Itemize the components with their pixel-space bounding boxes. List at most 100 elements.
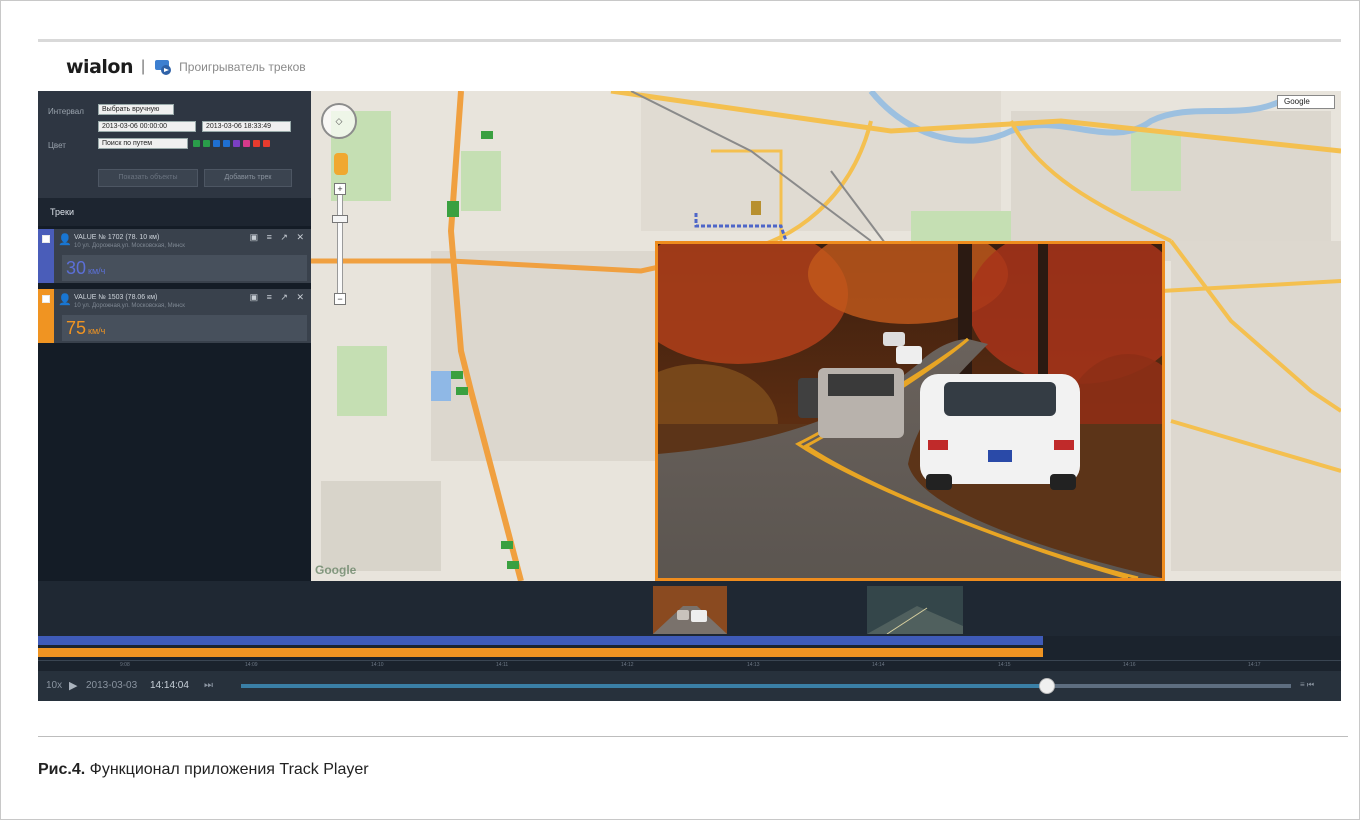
water-body [431, 371, 451, 401]
current-time: 14:14:04 [150, 680, 189, 691]
route-marker [507, 561, 519, 569]
swatch[interactable] [193, 140, 200, 147]
player-controls: 10x ▶ 2013-03-03 14:14:04 ⏭ ≡ ⏮ [38, 671, 1341, 701]
current-date: 2013-03-03 [86, 680, 138, 691]
thumbnail-image [867, 586, 963, 634]
driver-icon: 👤 [58, 294, 72, 306]
track-timeline-bar-blue[interactable] [38, 636, 1043, 645]
street-view-icon[interactable] [334, 153, 348, 175]
speed-value: 75 [66, 318, 87, 338]
track-tools-icons[interactable]: ▣ ≡ ↗ ✕ [250, 232, 307, 243]
video-frame[interactable] [655, 241, 1165, 581]
google-attribution: Google [315, 563, 357, 577]
park-area [461, 151, 501, 211]
swatch[interactable] [243, 140, 250, 147]
tracks-title: Треки [38, 198, 311, 226]
route-marker [481, 131, 493, 139]
speed-readout: 30 км/ч [66, 257, 105, 282]
video-thumbnail[interactable] [867, 586, 963, 634]
caption-rule [38, 736, 1348, 737]
add-track-button[interactable]: Добавить трек [204, 169, 292, 187]
step-icon[interactable]: ⏭ [204, 680, 213, 691]
app-title: Проигрыватель треков [179, 60, 306, 74]
speed-value: 30 [66, 258, 87, 278]
track-item[interactable]: 👤 VALUE № 1503 (78.06 км) 10 ул. Дорожна… [38, 289, 311, 343]
playback-slider-fill [241, 684, 1046, 688]
top-rule [38, 39, 1341, 42]
track-name: VALUE № 1503 (78.06 км) [74, 294, 158, 301]
zoom-in-button[interactable]: + [334, 183, 346, 195]
swatch[interactable] [233, 140, 240, 147]
tick-label: 9:08 [120, 662, 130, 668]
speed-unit: км/ч [88, 326, 106, 336]
park-area [1131, 131, 1181, 191]
track-checkbox[interactable] [42, 295, 50, 303]
tick-label: 14:10 [371, 662, 384, 668]
field-area [321, 481, 441, 571]
road-photo [658, 244, 1162, 578]
track-player-icon [155, 60, 172, 75]
interval-label: Интервал [48, 107, 84, 116]
sidebar: Интервал Выбрать вручную 2013-03-06 00:0… [38, 91, 311, 581]
swatch[interactable] [213, 140, 220, 147]
track-name: VALUE № 1702 (78. 10 км) [74, 234, 160, 241]
track-checkbox[interactable] [42, 235, 50, 243]
vehicle-marker[interactable] [751, 201, 761, 215]
swatch[interactable] [253, 140, 260, 147]
urban-area [431, 251, 671, 461]
right-controls-icons[interactable]: ≡ ⏮ [1300, 680, 1314, 690]
timeline-panel[interactable]: 9:08 14:09 14:10 14:11 14:12 14:13 14:14… [38, 581, 1341, 701]
color-swatches[interactable] [193, 140, 270, 147]
thumbnail-image [653, 586, 727, 634]
map-type-select[interactable]: Google [1277, 95, 1335, 109]
playback-slider-knob[interactable] [1039, 678, 1055, 694]
tick-label: 14:16 [1123, 662, 1136, 668]
zoom-slider-track[interactable] [337, 189, 343, 301]
show-objects-button[interactable]: Показать объекты [98, 169, 198, 187]
track-tools-icons[interactable]: ▣ ≡ ↗ ✕ [250, 292, 307, 303]
color-select[interactable]: Поиск по путем [98, 138, 188, 149]
caption-text: Функционал приложения Track Player [85, 761, 369, 778]
route-marker [447, 201, 459, 209]
tick-label: 14:13 [747, 662, 760, 668]
track-address: 10 ул. Дорожная,ул. Московская, Минск [74, 303, 185, 309]
swatch[interactable] [263, 140, 270, 147]
figure-frame: wialon | Проигрыватель треков Интервал В… [0, 0, 1360, 820]
interval-select[interactable]: Выбрать вручную [98, 104, 174, 115]
caption-label: Рис.4. [38, 761, 86, 778]
map-view[interactable]: ◇ + − Google Google [311, 91, 1341, 581]
date-from-input[interactable]: 2013-03-06 00:00:00 [98, 121, 196, 132]
video-thumbnail[interactable] [653, 586, 727, 634]
tick-label: 14:15 [998, 662, 1011, 668]
track-address: 10 ул. Дорожная,ул. Московская, Минск [74, 243, 185, 249]
app-header: wialon | Проигрыватель треков [38, 43, 1341, 91]
route-marker [451, 371, 463, 379]
zoom-slider-handle[interactable] [332, 215, 348, 223]
tick-label: 14:09 [245, 662, 258, 668]
color-label: Цвет [48, 141, 66, 150]
swatch[interactable] [223, 140, 230, 147]
speed-multiplier[interactable]: 10x [46, 680, 62, 691]
route-marker [447, 209, 459, 217]
track-timeline-bar-orange[interactable] [38, 648, 1043, 657]
tick-label: 14:17 [1248, 662, 1261, 668]
park-area [337, 346, 387, 416]
track-item[interactable]: 👤 VALUE № 1702 (78. 10 км) 10 ул. Дорожн… [38, 229, 311, 283]
swatch[interactable] [203, 140, 210, 147]
filter-panel: Интервал Выбрать вручную 2013-03-06 00:0… [38, 91, 311, 198]
tick-label: 14:11 [496, 662, 509, 668]
date-to-input[interactable]: 2013-03-06 18:33:49 [202, 121, 291, 132]
route-marker [501, 541, 513, 549]
play-icon[interactable]: ▶ [69, 679, 77, 692]
tick-label: 14:12 [621, 662, 634, 668]
wialon-logo: wialon [66, 56, 133, 78]
time-scale: 9:08 14:09 14:10 14:11 14:12 14:13 14:14… [38, 660, 1341, 670]
driver-icon: 👤 [58, 234, 72, 246]
zoom-out-button[interactable]: − [334, 293, 346, 305]
speed-unit: км/ч [88, 266, 106, 276]
tick-label: 14:14 [872, 662, 885, 668]
header-separator: | [140, 58, 146, 75]
pan-control[interactable]: ◇ [321, 103, 357, 139]
route-marker [456, 387, 468, 395]
speed-readout: 75 км/ч [66, 317, 105, 342]
